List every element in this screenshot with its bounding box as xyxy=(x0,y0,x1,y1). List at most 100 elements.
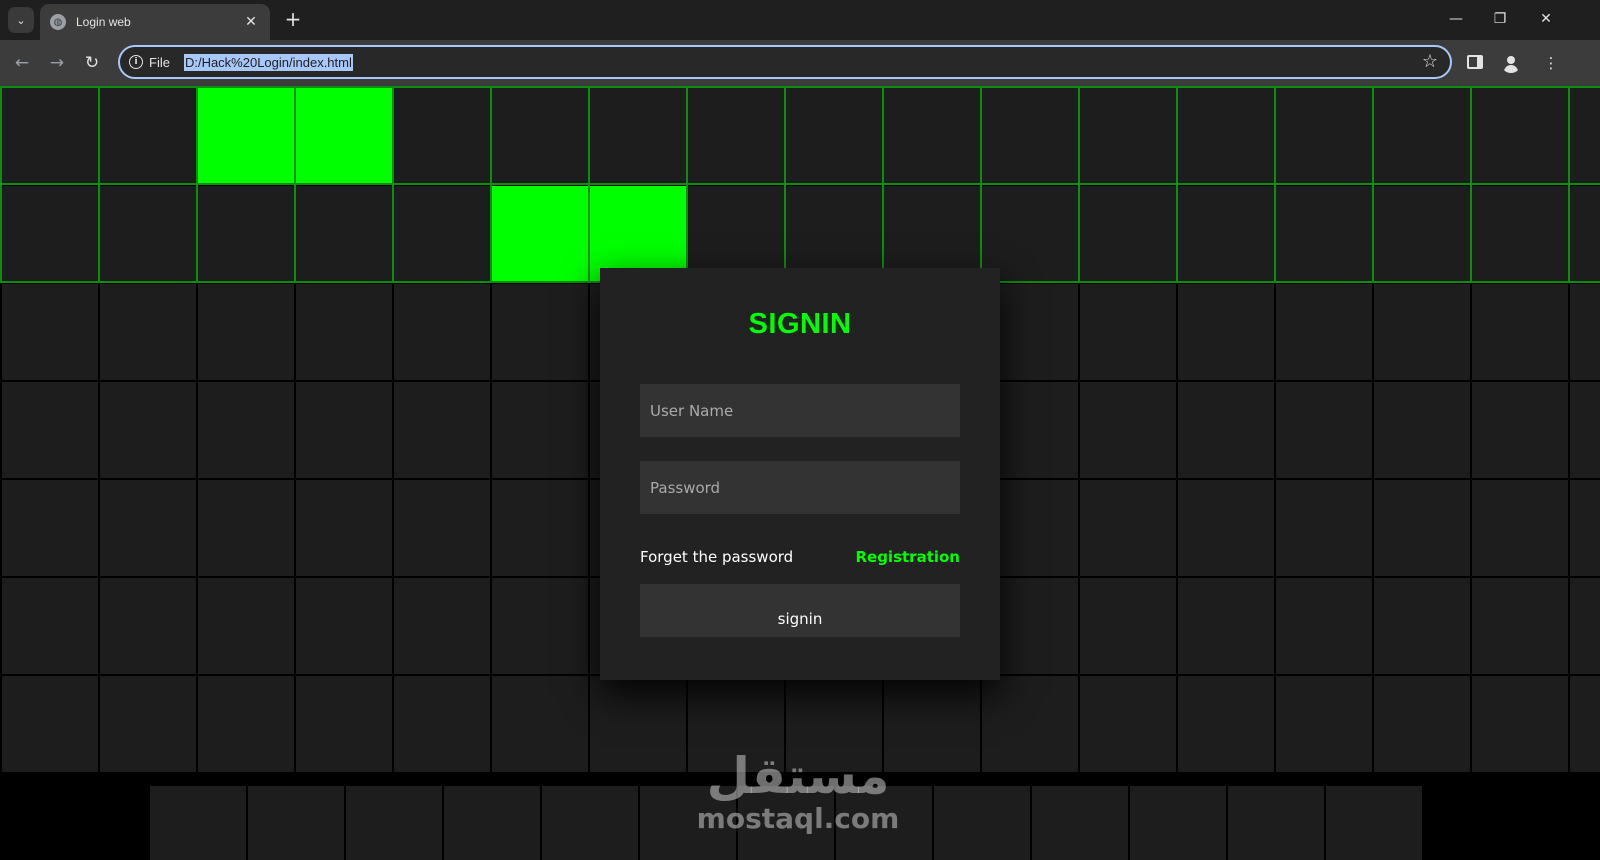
grid-cell xyxy=(1178,88,1274,184)
grid-cell xyxy=(100,480,196,576)
strip-divider xyxy=(1030,786,1032,860)
back-button[interactable]: ← xyxy=(9,50,35,76)
grid-cell xyxy=(1276,480,1372,576)
grid-cell xyxy=(1080,676,1176,772)
grid-cell xyxy=(2,88,98,184)
grid-cell xyxy=(1276,186,1372,282)
grid-cell xyxy=(492,88,588,184)
grid-cell xyxy=(688,88,784,184)
grid-cell xyxy=(492,284,588,380)
grid-cell xyxy=(100,382,196,478)
password-input[interactable] xyxy=(640,461,960,514)
forget-password-link[interactable]: Forget the password xyxy=(640,548,793,566)
scheme-label: File xyxy=(149,54,170,70)
close-window-button[interactable]: ✕ xyxy=(1526,6,1566,32)
grid-cell xyxy=(1276,578,1372,674)
grid-cell xyxy=(1472,676,1568,772)
forward-button[interactable]: → xyxy=(44,50,70,76)
browser-toolbar: ← → ↻ i File D:/Hack%20Login/index.html … xyxy=(0,40,1600,86)
grid-cell xyxy=(1472,480,1568,576)
grid-cell xyxy=(590,88,686,184)
grid-cell xyxy=(884,88,980,184)
grid-glow-line xyxy=(1372,86,1374,282)
grid-glow-line xyxy=(0,183,1600,185)
grid-cell xyxy=(1080,578,1176,674)
grid-cell xyxy=(1472,186,1568,282)
profile-icon[interactable] xyxy=(1501,53,1521,73)
globe-icon: ◍ xyxy=(50,14,66,30)
minimize-button[interactable]: — xyxy=(1436,6,1476,32)
grid-cell xyxy=(296,480,392,576)
strip-divider xyxy=(540,786,542,860)
grid-cell xyxy=(1472,382,1568,478)
grid-cell xyxy=(1276,676,1372,772)
grid-cell xyxy=(394,284,490,380)
browser-chrome: ⌄ ◍ Login web ✕ + — ❐ ✕ ← → ↻ i File D:/… xyxy=(0,0,1600,86)
grid-cell xyxy=(1178,284,1274,380)
grid-glow-line xyxy=(1176,86,1178,282)
strip-divider xyxy=(442,786,444,860)
profile-body xyxy=(1504,65,1518,73)
reload-button[interactable]: ↻ xyxy=(79,50,105,76)
grid-cell xyxy=(1080,186,1176,282)
grid-cell xyxy=(2,676,98,772)
strip-divider xyxy=(638,786,640,860)
registration-link[interactable]: Registration xyxy=(855,548,960,566)
strip-divider xyxy=(1226,786,1228,860)
grid-cell xyxy=(198,578,294,674)
grid-glow-line xyxy=(1274,86,1276,282)
close-tab-icon[interactable]: ✕ xyxy=(242,14,260,30)
menu-icon[interactable]: ⋮ xyxy=(1538,50,1564,76)
grid-cell xyxy=(1276,382,1372,478)
restore-button[interactable]: ❐ xyxy=(1480,6,1520,32)
tab-search-icon[interactable]: ⌄ xyxy=(8,7,34,33)
url-text[interactable]: D:/Hack%20Login/index.html xyxy=(183,53,353,71)
grid-cell xyxy=(2,480,98,576)
grid-cell xyxy=(1374,284,1470,380)
grid-cell xyxy=(2,284,98,380)
signin-button[interactable]: signin xyxy=(640,584,960,637)
address-bar[interactable]: i File D:/Hack%20Login/index.html ☆ xyxy=(118,45,1452,79)
page-viewport: SIGNIN Forget the password Registration … xyxy=(0,86,1600,860)
side-panel-icon[interactable] xyxy=(1467,55,1483,69)
grid-cell xyxy=(1080,480,1176,576)
grid-glow-line xyxy=(1078,86,1080,282)
grid-cell xyxy=(394,578,490,674)
bookmark-star-icon[interactable]: ☆ xyxy=(1422,51,1438,72)
grid-cell xyxy=(492,480,588,576)
grid-glow-line xyxy=(392,86,394,282)
grid-glow-line xyxy=(490,86,492,282)
grid-cell xyxy=(1374,186,1470,282)
links-row: Forget the password Registration xyxy=(640,548,960,572)
grid-cell xyxy=(1570,676,1600,772)
username-input[interactable] xyxy=(640,384,960,437)
info-icon[interactable]: i xyxy=(129,55,143,69)
new-tab-button[interactable]: + xyxy=(281,8,305,32)
grid-cell xyxy=(394,186,490,282)
grid-cell xyxy=(1570,578,1600,674)
grid-cell xyxy=(1374,88,1470,184)
grid-cell xyxy=(1472,284,1568,380)
grid-cell xyxy=(492,578,588,674)
grid-cell xyxy=(394,480,490,576)
grid-cell xyxy=(198,284,294,380)
grid-cell xyxy=(1374,676,1470,772)
grid-glow-line xyxy=(0,86,1600,88)
grid-cell xyxy=(1178,480,1274,576)
grid-cell xyxy=(492,382,588,478)
signin-title: SIGNIN xyxy=(748,308,852,340)
grid-cell xyxy=(2,578,98,674)
grid-cell xyxy=(100,88,196,184)
strip-divider xyxy=(932,786,934,860)
strip-divider xyxy=(1324,786,1326,860)
grid-cell xyxy=(1178,382,1274,478)
grid-cell xyxy=(1080,382,1176,478)
signin-card: SIGNIN Forget the password Registration … xyxy=(600,268,1000,680)
grid-cell xyxy=(1080,284,1176,380)
grid-glow-line xyxy=(1568,86,1570,282)
tab-login-web[interactable]: ◍ Login web ✕ xyxy=(40,4,270,40)
grid-glow-line xyxy=(686,86,688,282)
grid-cell-lit xyxy=(492,186,588,282)
mostaql-watermark: مستقل mostaql.com xyxy=(688,746,908,856)
grid-cell xyxy=(1570,88,1600,184)
